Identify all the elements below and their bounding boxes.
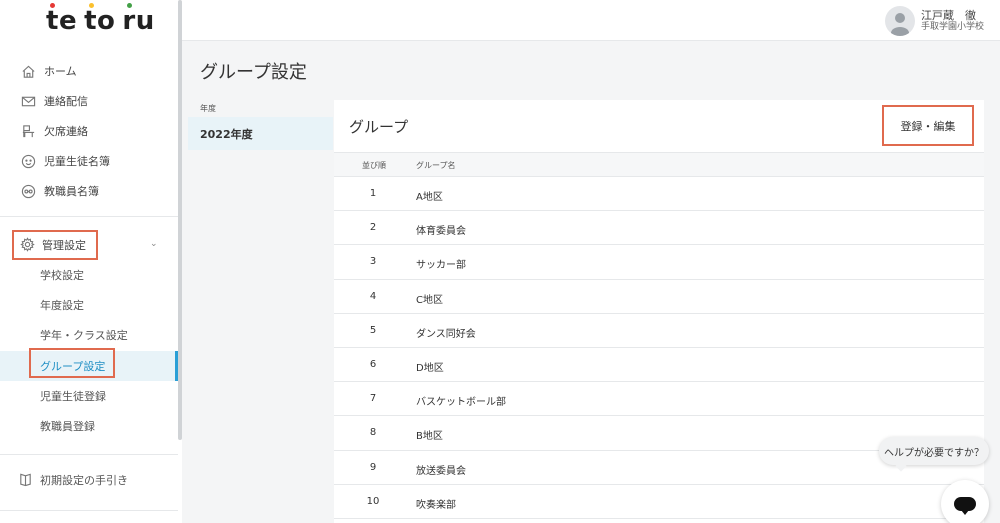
page-title: グループ設定 xyxy=(200,62,307,83)
table-row[interactable]: 5 ダンス同好会 xyxy=(334,314,984,348)
tetoru-logo[interactable]: t e t o r u xyxy=(46,3,155,36)
table-header: 並び順 グループ名 xyxy=(334,152,984,177)
sidebar-item-label: 学校設定 xyxy=(40,269,84,282)
chevron-down-icon[interactable]: ⌄ xyxy=(150,239,158,249)
panel-title: グループ xyxy=(349,118,409,136)
sidebar-item-label: 管理設定 xyxy=(42,239,86,252)
sidebar-item-home[interactable]: ホーム xyxy=(0,56,178,86)
year-item-2022[interactable]: 2022年度 xyxy=(188,117,333,150)
sidebar-item-label: 欠席連絡 xyxy=(44,125,88,138)
row-group-name: 体育委員会 xyxy=(416,226,466,238)
row-order: 6 xyxy=(369,358,377,370)
sidebar-item-label: 学年・クラス設定 xyxy=(40,329,128,342)
row-order: 3 xyxy=(369,256,377,268)
table-row[interactable]: 10 吹奏楽部 xyxy=(334,485,984,519)
avatar[interactable] xyxy=(884,6,915,36)
desk-icon xyxy=(20,123,36,139)
register-edit-button[interactable]: 登録・編集 xyxy=(882,105,974,146)
sidebar-item-label: 教職員登録 xyxy=(40,420,95,433)
sidebar-item-school-settings[interactable]: 学校設定 xyxy=(0,260,178,290)
row-order: 8 xyxy=(369,427,377,439)
book-icon xyxy=(18,472,34,488)
help-bubble[interactable]: ヘルプが必要ですか？ xyxy=(879,437,989,465)
row-order: 4 xyxy=(369,290,377,302)
sidebar-item-year-settings[interactable]: 年度設定 xyxy=(0,290,178,320)
row-group-name: 放送委員会 xyxy=(416,465,466,477)
sidebar-item-staff[interactable]: 教職員名簿 xyxy=(0,176,178,206)
school-name: 手取学園小学校 xyxy=(920,22,984,33)
sidebar-item-label: ホーム xyxy=(44,65,77,78)
year-column-header: 年度 xyxy=(200,104,216,113)
sidebar-item-label: 初期設定の手引き xyxy=(40,474,128,487)
table-row[interactable]: 1 A地区 xyxy=(334,177,984,212)
sidebar-item-label: 教職員名簿 xyxy=(44,185,99,198)
sidebar-divider xyxy=(0,454,178,455)
home-icon xyxy=(20,63,36,79)
sidebar-item-label: 連絡配信 xyxy=(44,95,88,108)
group-table: 1 A地区 2 体育委員会 3 サッカー部 4 C地区 5 ダンス同好会 6 D地区 7 バス… xyxy=(334,177,984,519)
row-group-name: A地区 xyxy=(416,192,443,203)
top-header: 江戸蔵 徹 手取学園小学校 xyxy=(182,0,1000,41)
row-group-name: D地区 xyxy=(416,362,444,374)
sidebar-item-students[interactable]: 児童生徒名簿 xyxy=(0,146,178,176)
main-nav: ホーム 連絡配信 欠席連絡 児童生徒名簿 教職員名簿 xyxy=(0,56,178,206)
row-group-name: サッカー部 xyxy=(416,260,466,272)
row-group-name: 吹奏楽部 xyxy=(416,499,456,511)
gear-icon xyxy=(20,237,36,253)
sidebar-item-group-settings[interactable]: グループ設定 xyxy=(0,348,178,381)
mail-icon xyxy=(20,93,36,109)
user-name: 江戸蔵 徹 xyxy=(920,8,976,22)
sidebar-divider xyxy=(0,510,178,511)
sidebar-item-label: 年度設定 xyxy=(40,299,84,312)
sidebar-divider xyxy=(0,216,178,217)
smile-icon xyxy=(20,153,36,169)
table-row[interactable]: 4 C地区 xyxy=(334,280,984,314)
sidebar: t e t o r u ホーム 連絡配信 欠席連絡 児童生徒名簿 教職員名簿 管… xyxy=(0,0,182,523)
row-order: 5 xyxy=(369,324,377,336)
sidebar-item-label: 児童生徒登録 xyxy=(40,390,106,403)
row-order: 1 xyxy=(369,188,377,199)
sidebar-scrollbar[interactable] xyxy=(178,0,182,440)
year-list: 年度 2022年度 xyxy=(188,100,333,150)
glasses-icon xyxy=(20,183,36,199)
row-order: 9 xyxy=(369,461,377,473)
sidebar-item-grade-class-settings[interactable]: 学年・クラス設定 xyxy=(0,320,178,350)
sidebar-item-absence[interactable]: 欠席連絡 xyxy=(0,116,178,146)
column-header-name: グループ名 xyxy=(416,161,456,170)
row-group-name: ダンス同好会 xyxy=(416,328,476,340)
table-row[interactable]: 3 サッカー部 xyxy=(334,245,984,280)
chat-icon xyxy=(954,497,976,515)
row-group-name: C地区 xyxy=(416,294,443,306)
sidebar-item-label: 児童生徒名簿 xyxy=(44,155,110,168)
highlight-box xyxy=(29,348,115,378)
sidebar-item-staff-registration[interactable]: 教職員登録 xyxy=(0,411,178,441)
table-row[interactable]: 7 バスケットボール部 xyxy=(334,382,984,417)
sidebar-item-admin-settings[interactable]: 管理設定 xyxy=(12,230,98,260)
help-chat-button[interactable] xyxy=(941,480,989,523)
column-header-order: 並び順 xyxy=(362,161,386,170)
row-order: 10 xyxy=(366,495,380,507)
row-group-name: B地区 xyxy=(416,431,443,443)
user-menu[interactable]: 江戸蔵 徹 手取学園小学校 xyxy=(884,6,984,36)
table-row[interactable]: 2 体育委員会 xyxy=(334,211,984,246)
sidebar-item-messages[interactable]: 連絡配信 xyxy=(0,86,178,116)
row-order: 2 xyxy=(369,222,377,234)
row-order: 7 xyxy=(369,393,377,405)
sidebar-item-setup-guide[interactable]: 初期設定の手引き xyxy=(18,472,128,488)
sidebar-item-student-registration[interactable]: 児童生徒登録 xyxy=(0,381,178,411)
row-group-name: バスケットボール部 xyxy=(416,397,506,409)
table-row[interactable]: 6 D地区 xyxy=(334,348,984,383)
